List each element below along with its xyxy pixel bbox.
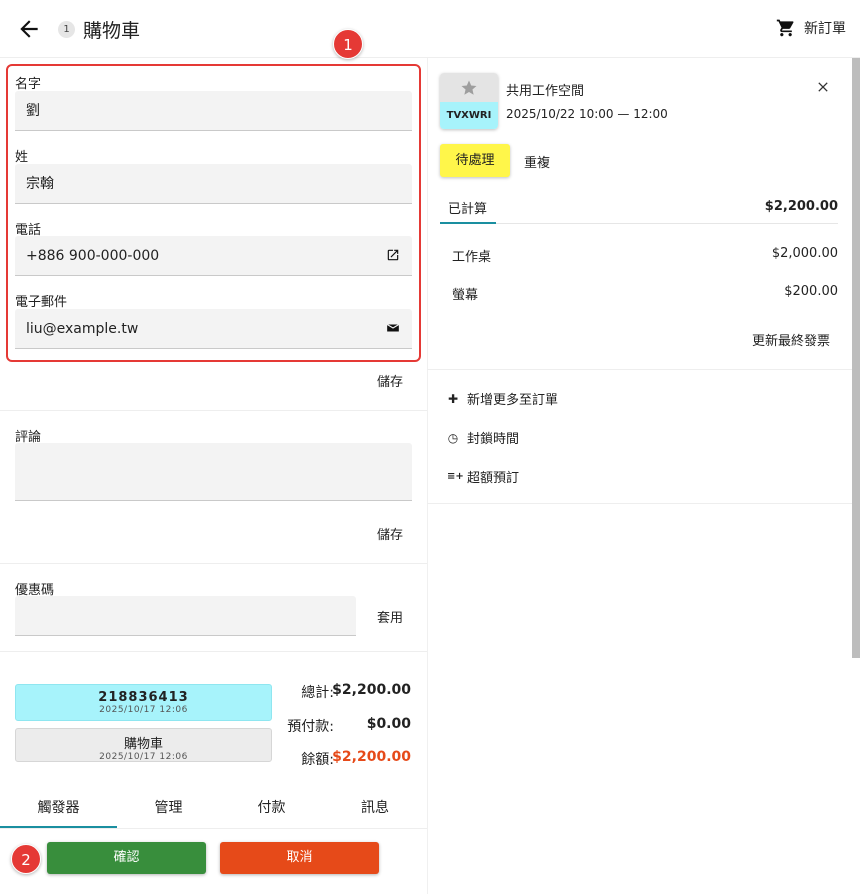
first-name-value: 劉	[26, 103, 40, 119]
step-indicator: 1	[58, 21, 75, 38]
repeat-button[interactable]: 重複	[524, 152, 550, 171]
line-item-price: $2,000.00	[771, 246, 838, 261]
overbook-label: 超額預訂	[467, 471, 520, 486]
overbook-icon: ≡+	[447, 471, 464, 482]
item-code: TVXWRI	[440, 102, 498, 129]
comment-textarea[interactable]	[15, 443, 412, 501]
cart-icon	[776, 19, 794, 37]
confirm-button[interactable]: 確認	[47, 842, 206, 874]
order-number-date: 2025/10/17 12:06	[99, 705, 188, 715]
first-name-field[interactable]: 劉	[15, 91, 412, 131]
apply-coupon-button[interactable]: 套用	[377, 607, 403, 626]
back-arrow-icon[interactable]	[16, 16, 42, 42]
overbook-button[interactable]: ≡+ 超額預訂	[447, 467, 519, 486]
update-final-invoice-button[interactable]: 更新最終發票	[752, 330, 830, 349]
deposit-label: 預付款:	[287, 719, 334, 735]
top-bar: 1 購物車 新訂單	[0, 0, 860, 58]
calc-divider	[440, 223, 838, 224]
calculated-tab[interactable]: 已計算	[448, 198, 487, 217]
tab-messages[interactable]: 訊息	[323, 797, 427, 827]
item-time: 2025/10/22 10:00 — 12:00	[506, 107, 668, 121]
save-contact-button[interactable]: 儲存	[377, 371, 403, 390]
scrollbar[interactable]	[852, 58, 860, 658]
email-value: liu@example.tw	[26, 321, 139, 337]
add-more-to-order-button[interactable]: ✚ 新增更多至訂單	[447, 389, 559, 409]
external-link-icon[interactable]	[386, 248, 400, 262]
order-number: 218836413	[98, 690, 189, 705]
balance-value: $2,200.00	[332, 749, 411, 765]
cart-card[interactable]: 購物車 2025/10/17 12:06	[15, 728, 272, 762]
right-divider	[427, 503, 852, 504]
balance-label: 餘額:	[301, 752, 334, 768]
right-divider	[427, 369, 852, 370]
line-item-name: 螢幕	[452, 288, 479, 303]
block-time-label: 封鎖時間	[467, 432, 520, 447]
email-label: 電子郵件	[15, 295, 68, 310]
email-field[interactable]: liu@example.tw	[15, 309, 412, 349]
thumbnail-image	[440, 73, 498, 102]
item-title: 共用工作空間	[506, 84, 585, 99]
tabs-divider	[0, 828, 427, 829]
plus-icon: ✚	[447, 391, 459, 406]
status-pending-chip[interactable]: 待處理	[440, 144, 510, 177]
close-icon[interactable]	[815, 79, 831, 95]
calc-tab-indicator	[440, 222, 496, 224]
new-order-button[interactable]: 新訂單	[776, 18, 846, 38]
last-name-field[interactable]: 宗翰	[15, 164, 412, 204]
total-value: $2,200.00	[332, 682, 411, 698]
deposit-value: $0.00	[366, 716, 411, 732]
section-divider	[0, 651, 427, 652]
calculated-total: $2,200.00	[764, 199, 838, 214]
annotation-badge-1: 1	[333, 29, 363, 59]
envelope-icon[interactable]	[386, 321, 400, 335]
new-order-label: 新訂單	[804, 21, 846, 37]
save-comment-button[interactable]: 儲存	[377, 524, 403, 543]
clock-icon: ◷	[447, 430, 459, 445]
page-title: 購物車	[83, 20, 141, 42]
last-name-value: 宗翰	[26, 176, 54, 192]
cart-card-date: 2025/10/17 12:06	[99, 752, 188, 762]
cart-card-title: 購物車	[123, 737, 163, 752]
line-item-price: $200.00	[784, 284, 838, 299]
order-number-card[interactable]: 218836413 2025/10/17 12:06	[15, 684, 272, 721]
tab-payment[interactable]: 付款	[220, 797, 323, 827]
star-icon	[461, 80, 477, 95]
first-name-label: 名字	[15, 77, 42, 92]
cancel-button[interactable]: 取消	[220, 842, 379, 874]
section-divider	[0, 563, 427, 564]
last-name-label: 姓	[15, 150, 29, 165]
total-label: 總計:	[301, 685, 334, 701]
add-more-label: 新增更多至訂單	[467, 393, 559, 408]
coupon-input[interactable]	[15, 596, 356, 636]
block-time-button[interactable]: ◷ 封鎖時間	[447, 428, 520, 448]
section-divider	[0, 410, 427, 411]
tab-triggers[interactable]: 觸發器	[0, 797, 117, 827]
tab-manage[interactable]: 管理	[117, 797, 220, 827]
line-item-name: 工作桌	[452, 250, 492, 265]
phone-field[interactable]: +886 900-000-000	[15, 236, 412, 276]
annotation-badge-2: 2	[11, 844, 41, 874]
phone-value: +886 900-000-000	[26, 248, 160, 264]
item-thumbnail[interactable]: TVXWRI	[440, 73, 498, 129]
